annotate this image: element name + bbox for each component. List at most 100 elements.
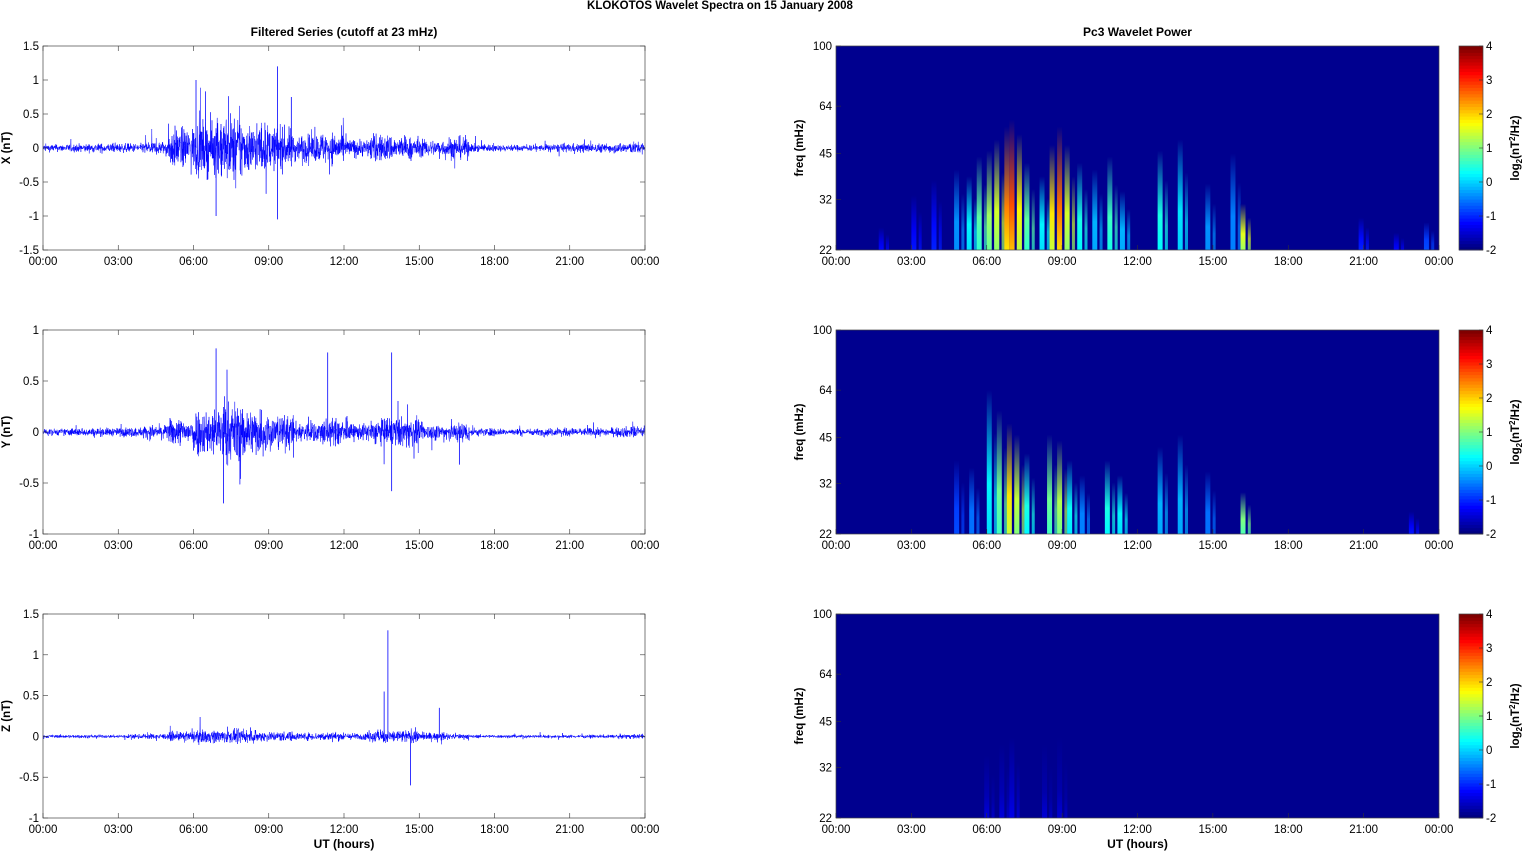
colorbar-cell [1459,425,1483,430]
x-tick-label: 21:00 [1349,256,1378,268]
colorbar-cell [1459,189,1483,194]
colorbar-cell [1459,176,1483,181]
colorbar-cell [1459,798,1483,803]
y-tick-label: 64 [819,101,832,113]
colorbar-tick-label: 0 [1486,177,1492,189]
colorbar-cell [1459,492,1483,497]
y-tick-label: -1 [29,211,39,223]
wavelet-burst [1117,475,1123,534]
timeseries-panel-1: Filtered Series (cutoff at 23 mHz)-1.5-1… [1,25,659,268]
colorbar-cell [1459,617,1483,621]
x-tick-label: 21:00 [555,824,584,836]
colorbar-cell [1459,511,1483,516]
x-tick-label: 21:00 [555,256,584,268]
colorbar-tick-label: 2 [1486,677,1492,689]
colorbar-cell [1459,349,1483,353]
colorbar-cell [1459,725,1483,730]
colorbar-cell [1459,119,1483,123]
y-tick-label: 1 [33,650,39,662]
colorbar-cell [1459,368,1483,372]
colorbar-tick-label: 4 [1486,325,1493,337]
colorbar-cell [1459,52,1483,57]
wavelet-burst [938,200,942,250]
wavelet-panel-3: 22324564100-2-101234log2(nT2/Hz)00:00 03:… [794,609,1524,851]
wavelet-burst [1240,492,1246,534]
colorbar-cell [1459,116,1483,120]
wavelet-burst [976,487,980,534]
colorbar-cell [1459,655,1483,660]
colorbar-cell [1459,132,1483,136]
colorbar-cell [1459,208,1483,213]
x-tick-label: 06:00 [179,256,208,268]
colorbar-cell [1459,789,1483,793]
wavelet-burst [1016,134,1022,250]
x-tick-label: 12:00 [1123,540,1152,552]
colorbar-cell [1459,614,1483,618]
wavelet-burst [878,227,884,250]
wavelet-burst [1049,766,1053,818]
x-tick-label: 00:00 [29,540,58,552]
x-tick-label: 00:00 [822,824,851,836]
colorbar-cell [1459,700,1483,704]
colorbar-cell [1459,661,1483,666]
colorbar-cell [1459,636,1483,640]
colorbar-cell [1459,195,1483,200]
wavelet-burst [1247,217,1251,250]
timeseries-panel-3: -1-0.500.511.500:00 03:00 06:00 09:00 12:00 1… [1,609,659,851]
colorbar-cell [1459,342,1483,347]
y-tick-label: -0.5 [19,177,39,189]
colorbar-cell [1459,84,1483,88]
colorbar-cell [1459,728,1483,733]
y-tick-label: -0.5 [19,772,39,784]
colorbar-cell [1459,802,1483,806]
colorbar-cell [1459,671,1483,676]
colorbar-cell [1459,642,1483,647]
colorbar-cell [1459,138,1483,143]
y-tick-label: 0 [33,731,39,743]
wavelet-burst [1057,440,1063,534]
colorbar-cell [1459,227,1483,232]
colorbar-cell [1459,674,1483,679]
colorbar-cell [1459,514,1483,519]
wavelet-burst [1077,162,1083,250]
x-tick-label: 18:00 [1274,256,1303,268]
colorbar-cell [1459,135,1483,139]
wavelet-burst [1247,504,1251,534]
colorbar-cell [1459,470,1483,474]
x-tick-label: 21:00 [1349,824,1378,836]
colorbar-cell [1459,97,1483,101]
x-tick-label: 06:00 [972,824,1001,836]
colorbar-tick-label: 4 [1486,609,1493,621]
wavelet-burst [1067,460,1073,534]
x-tick-label: 09:00 [1048,256,1077,268]
x-tick-label: 09:00 [254,256,283,268]
wavelet-burst [1124,492,1128,534]
colorbar-label: log2(nT2/Hz) [1508,115,1524,180]
y-tick-label: 1.5 [23,41,39,53]
panel-title: Filtered Series (cutoff at 23 mHz) [251,25,438,39]
wavelet-burst [1024,162,1030,250]
colorbar-cell [1459,703,1483,707]
colorbar-cell [1459,451,1483,455]
colorbar-cell [1459,677,1483,682]
y-axis-label: X (nT) [1,132,13,165]
colorbar-cell [1459,690,1483,695]
colorbar-cell [1459,151,1483,155]
x-axis-label: UT (hours) [1107,837,1168,851]
colorbar-cell [1459,751,1483,755]
colorbar-cell [1459,390,1483,395]
wavelet-burst [996,410,1002,534]
colorbar-cell [1459,218,1483,222]
wavelet-burst [1064,468,1068,534]
x-tick-label: 06:00 [179,540,208,552]
wavelet-panel-2: 22324564100-2-101234log2(nT2/Hz)00:00 03:… [794,325,1524,552]
wavelet-burst [1006,766,1010,818]
y-tick-label: 45 [819,433,832,445]
colorbar-cell [1459,87,1483,92]
colorbar-cell [1459,770,1483,774]
wavelet-burst [1042,744,1048,818]
colorbar-cell [1459,779,1483,784]
colorbar-cell [1459,696,1483,701]
colorbar-cell [1459,444,1483,449]
colorbar-cell [1459,68,1483,72]
